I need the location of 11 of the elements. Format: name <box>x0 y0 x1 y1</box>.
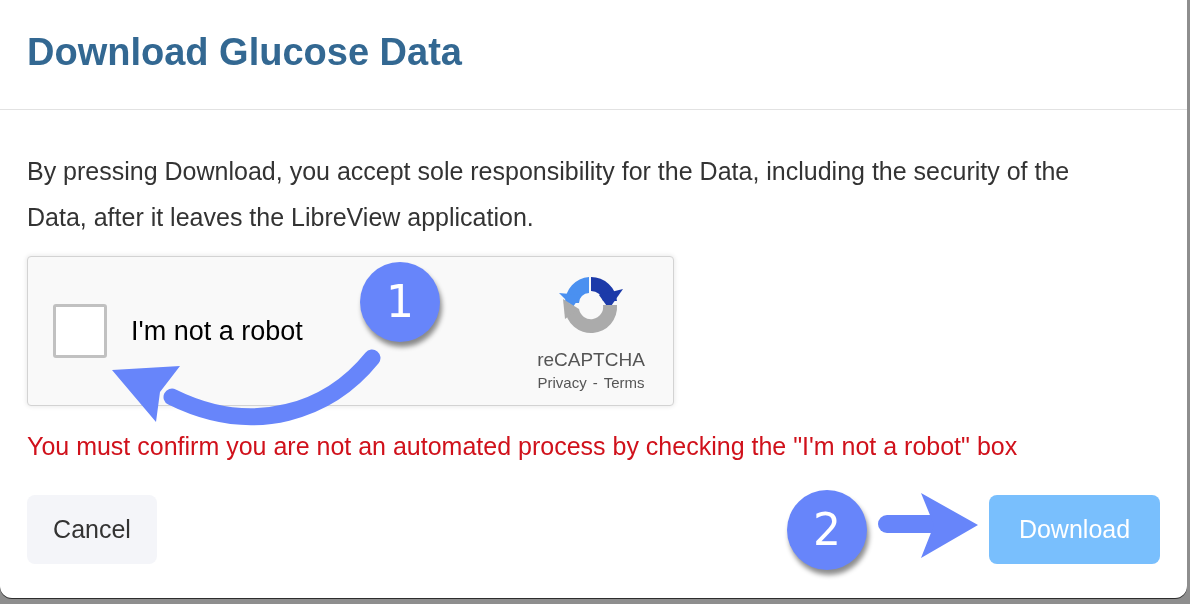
captcha-checkbox[interactable] <box>53 304 107 358</box>
captcha-label: I'm not a robot <box>131 315 304 347</box>
cancel-button[interactable]: Cancel <box>27 495 157 564</box>
terms-link[interactable]: Terms <box>603 373 645 393</box>
error-message: You must confirm you are not an automated process by checking the "I'm not a robot" box <box>27 431 1019 462</box>
step-marker: 2 <box>787 490 867 570</box>
dialog-title: Download Glucose Data <box>27 32 462 75</box>
link-separator: - <box>592 373 598 393</box>
privacy-link[interactable]: Privacy <box>537 373 587 393</box>
notice-text: By pressing Download, you accept sole responsibility for the Data, including the security of the Data, after it leaves the LibreView application. <box>27 156 1071 233</box>
captcha-brand: reCAPTCHA <box>537 349 645 371</box>
